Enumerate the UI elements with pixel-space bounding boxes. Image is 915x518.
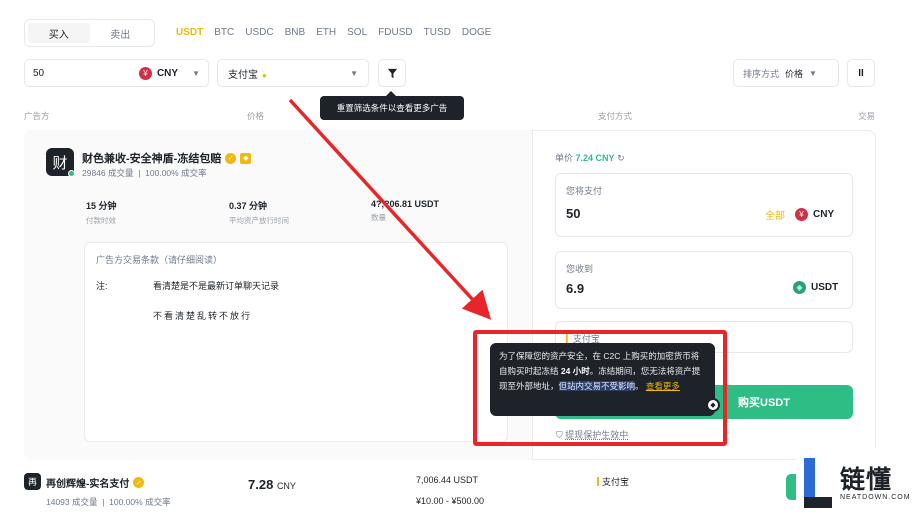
annotation-arrow-icon — [288, 98, 492, 320]
verified-badge-icon: ✓ — [133, 477, 145, 488]
row2-merchant-stats: 14093 成交量 | 100.00% 成交率 — [46, 497, 171, 507]
row2-limit: ¥10.00 - ¥500.00 — [416, 496, 485, 506]
row2-available: 7,006.44 USDT — [416, 475, 479, 485]
watermark-cn: 链懂 — [840, 465, 893, 494]
row2-payment-method: 支付宝 — [597, 475, 629, 488]
row2-merchant-avatar: 再 — [24, 473, 41, 490]
watermark-logo: 链懂 NEATDOWN.COM — [796, 448, 915, 518]
watermark-en: NEATDOWN.COM — [840, 493, 911, 501]
row2-price: 7.28 CNY — [248, 477, 296, 492]
watermark-l-icon — [800, 454, 834, 512]
alipay-bar-icon — [597, 477, 599, 486]
row2-merchant-name[interactable]: 再创辉煌-实名支付 ✓ — [46, 475, 145, 490]
